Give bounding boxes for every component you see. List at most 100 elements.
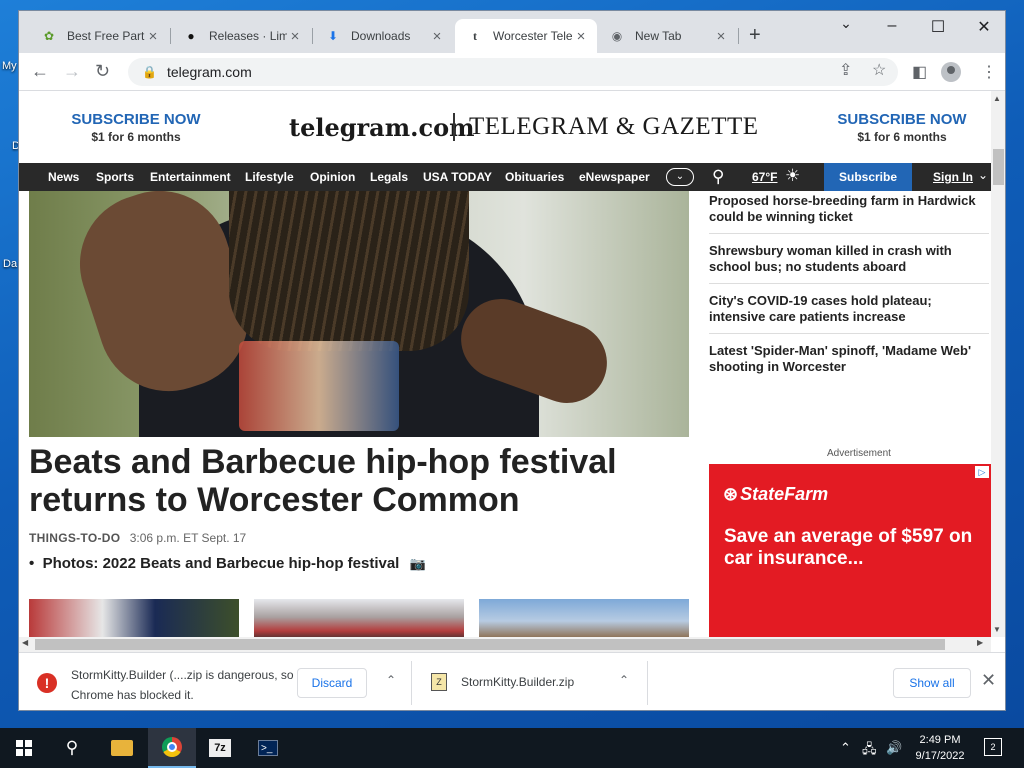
chevron-up-icon[interactable]: ⌃ (619, 673, 629, 687)
maximize-button[interactable]: ☐ (915, 17, 961, 37)
7zip-taskbar-button[interactable]: 7z (196, 728, 244, 768)
chrome-taskbar-button[interactable] (148, 728, 196, 768)
adchoices-icon[interactable]: ▷ (975, 466, 989, 478)
tab-downloads[interactable]: ⬇ Downloads × (313, 19, 453, 53)
sidebar-headline[interactable]: Proposed horse-breeding farm in Hardwick… (709, 193, 989, 234)
search-icon[interactable]: ⚲ (712, 167, 724, 187)
danger-warning-icon: ! (37, 673, 57, 693)
close-tab-icon[interactable]: × (287, 28, 303, 45)
tab-best-free[interactable]: ✿ Best Free Partiti × (29, 19, 169, 53)
sidebar-headline[interactable]: Shrewsbury woman killed in crash with sc… (709, 243, 989, 284)
sign-in-link[interactable]: Sign In (933, 170, 973, 184)
close-window-button[interactable]: ✕ (961, 17, 1005, 37)
nav-obituaries[interactable]: Obituaries (505, 170, 564, 184)
terminal-icon: >_ (258, 740, 278, 756)
side-panel-icon[interactable]: ◧ (912, 62, 927, 82)
system-clock[interactable]: 2:49 PM 9/17/2022 (910, 732, 970, 764)
nav-news[interactable]: News (48, 170, 79, 184)
horizontal-scroll-thumb[interactable] (35, 639, 945, 650)
sidebar-headline[interactable]: City's COVID-19 cases hold plateau; inte… (709, 293, 989, 334)
tab-title: Best Free Partiti (67, 29, 145, 43)
show-all-button[interactable]: Show all (893, 668, 971, 698)
story-thumbnail[interactable] (29, 599, 239, 637)
tab-title: Releases · Lime (209, 29, 287, 43)
file-explorer-button[interactable] (98, 728, 146, 768)
subscribe-price: $1 for 6 months (91, 130, 181, 144)
start-button[interactable] (0, 728, 48, 768)
notifications-icon[interactable]: 2 (984, 738, 1002, 756)
nav-more-chevron-icon[interactable]: ⌄ (666, 168, 694, 186)
close-tab-icon[interactable]: × (145, 28, 161, 45)
share-icon[interactable]: ⇪ (839, 60, 852, 80)
site-favicon-icon: ✿ (43, 29, 55, 43)
tab-new-tab[interactable]: ◉ New Tab × (597, 19, 737, 53)
lock-icon[interactable]: 🔒 (142, 65, 157, 79)
story-thumbnail[interactable] (254, 599, 464, 637)
desktop-icon-label[interactable]: Da (3, 258, 17, 270)
sidebar-headline[interactable]: Latest 'Spider-Man' spinoff, 'Madame Web… (709, 343, 989, 383)
nav-sports[interactable]: Sports (96, 170, 134, 184)
tab-releases[interactable]: ● Releases · Lime × (171, 19, 311, 53)
nav-opinion[interactable]: Opinion (310, 170, 355, 184)
desktop-icon-label[interactable]: My (2, 60, 17, 72)
related-link[interactable]: • Photos: 2022 Beats and Barbecue hip-ho… (29, 555, 426, 572)
close-download-bar-icon[interactable]: ✕ (981, 670, 996, 691)
tab-title: Downloads (351, 29, 411, 43)
hero-photo[interactable] (29, 191, 689, 437)
statefarm-logo-icon: ⊛ (723, 484, 739, 504)
profile-avatar-icon[interactable] (941, 62, 961, 82)
download-file-name[interactable]: StormKitty.Builder.zip (461, 675, 574, 689)
scroll-right-arrow-icon[interactable]: ▶ (977, 638, 983, 647)
site-logo-name[interactable]: TELEGRAM & GAZETTE (469, 113, 759, 141)
horizontal-scrollbar[interactable]: ◀ ▶ (19, 637, 991, 652)
new-tab-button[interactable]: + (749, 25, 761, 45)
terminal-taskbar-button[interactable]: >_ (244, 728, 292, 768)
close-tab-icon[interactable]: × (429, 28, 445, 45)
advertisement-banner[interactable]: ▷ ⊛ StateFarm Save an average of $597 on … (709, 464, 991, 637)
related-link-text: Photos: 2022 Beats and Barbecue hip-hop … (42, 555, 400, 572)
article-section[interactable]: THINGS-TO-DO (29, 531, 120, 545)
article-meta: THINGS-TO-DO 3:06 p.m. ET Sept. 17 (29, 531, 246, 545)
subscribe-button[interactable]: Subscribe (824, 163, 912, 191)
network-icon[interactable]: 🖧 (862, 740, 877, 762)
volume-icon[interactable]: 🔊 (886, 740, 902, 756)
search-taskbar-button[interactable]: ⚲ (48, 728, 96, 768)
nav-entertainment[interactable]: Entertainment (150, 170, 231, 184)
back-button[interactable]: ← (31, 61, 49, 81)
nav-legals[interactable]: Legals (370, 170, 408, 184)
chevron-up-icon[interactable]: ⌃ (386, 673, 396, 687)
nav-lifestyle[interactable]: Lifestyle (245, 170, 294, 184)
clock-date: 9/17/2022 (915, 750, 965, 762)
story-thumbnail[interactable] (479, 599, 689, 637)
tab-worcester-telegram[interactable]: t Worcester Teleg × (455, 19, 597, 53)
bookmark-star-icon[interactable]: ☆ (872, 60, 886, 80)
menu-kebab-icon[interactable]: ⋮ (981, 62, 997, 82)
site-navbar: News Sports Entertainment Lifestyle Opin… (19, 163, 991, 191)
close-tab-icon[interactable]: × (713, 28, 729, 45)
site-logo-text[interactable]: telegram.com (289, 113, 474, 142)
ad-text: Save an average of $597 on car insurance… (724, 526, 973, 569)
nav-enewspaper[interactable]: eNewspaper (579, 170, 650, 184)
scroll-down-arrow-icon[interactable]: ▼ (993, 625, 1001, 634)
chevron-down-icon[interactable]: ⌄ (978, 168, 988, 182)
show-hidden-icons-chevron-icon[interactable]: ⌃ (840, 740, 851, 756)
subscribe-promo-left[interactable]: SUBSCRIBE NOW $1 for 6 months (61, 111, 211, 144)
nav-usa-today[interactable]: USA TODAY (423, 170, 492, 184)
reload-button[interactable]: ↻ (95, 61, 110, 81)
weather-link[interactable]: 67°F (752, 170, 777, 184)
address-bar[interactable]: 🔒 telegram.com (128, 58, 898, 86)
sidebar-headlines: Proposed horse-breeding farm in Hardwick… (709, 193, 989, 392)
close-tab-icon[interactable]: × (573, 28, 589, 45)
telegram-favicon-icon: t (473, 28, 477, 43)
vertical-scrollbar[interactable]: ▲ ▼ (991, 91, 1005, 637)
subscribe-promo-right[interactable]: SUBSCRIBE NOW $1 for 6 months (827, 111, 977, 144)
minimize-button[interactable]: – (869, 17, 915, 35)
vertical-scroll-thumb[interactable] (993, 149, 1004, 185)
scroll-up-arrow-icon[interactable]: ▲ (993, 94, 1001, 103)
folder-icon (111, 740, 133, 756)
forward-button[interactable]: → (63, 61, 81, 81)
scroll-left-arrow-icon[interactable]: ◀ (22, 638, 28, 647)
article-headline[interactable]: Beats and Barbecue hip-hop festival retu… (29, 443, 699, 519)
discard-button[interactable]: Discard (297, 668, 367, 698)
tab-search-icon[interactable]: ⌄ (823, 15, 869, 32)
